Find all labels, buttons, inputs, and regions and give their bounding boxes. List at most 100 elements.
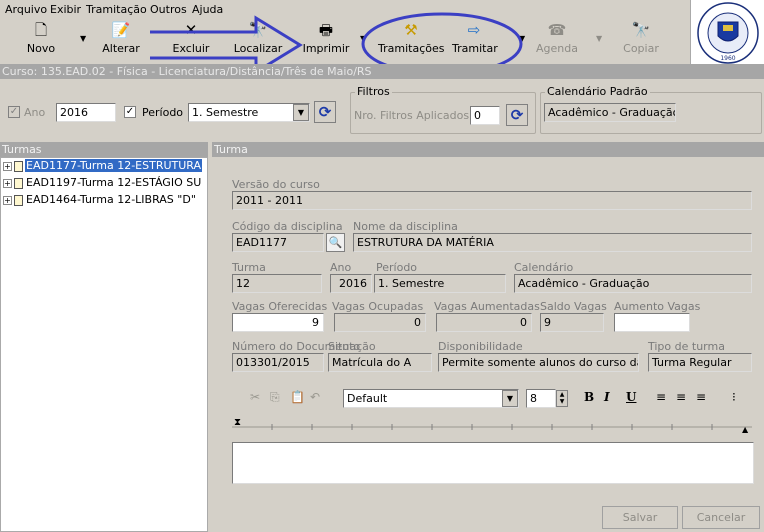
- vagas-oferecidas-field[interactable]: 9: [232, 313, 324, 332]
- codigo-label: Código da disciplina: [232, 220, 343, 233]
- calendario-form-field: Acadêmico - Graduação: [514, 274, 752, 293]
- saldo-vagas-field: 9: [540, 313, 604, 332]
- ruler-ticks: [232, 424, 752, 430]
- vagas-aumentadas-label: Vagas Aumentadas: [434, 300, 540, 313]
- filtros-text: Nro. Filtros Aplicados: [354, 109, 470, 122]
- menu-outros[interactable]: Outros: [150, 3, 187, 16]
- vagas-ocupadas-field: 0: [334, 313, 426, 332]
- font-chevron-down-icon[interactable]: ▼: [502, 390, 518, 407]
- ano-checkbox[interactable]: ✓: [8, 106, 20, 118]
- tramitacoes-button[interactable]: ⚒ Tramitações: [378, 20, 444, 62]
- university-logo: 1960: [690, 0, 764, 66]
- tipo-turma-label: Tipo de turma: [648, 340, 725, 353]
- underline-button[interactable]: U: [626, 387, 636, 407]
- novo-dropdown-arrow-icon[interactable]: ▼: [80, 34, 86, 43]
- seal-icon: 1960: [697, 2, 759, 64]
- aumento-vagas-label: Aumento Vagas: [614, 300, 701, 313]
- copy-icon[interactable]: ⎘: [270, 387, 280, 407]
- tramitar-dropdown-arrow-icon[interactable]: ▼: [519, 34, 525, 43]
- salvar-button[interactable]: Salvar: [602, 506, 678, 529]
- cut-icon[interactable]: ✂: [250, 387, 260, 407]
- agenda-button[interactable]: ☎ Agenda: [534, 20, 580, 62]
- turma-detail-panel: Versão do curso 2011 - 2011 Código da di…: [212, 157, 764, 532]
- binoculars-icon: 🔭: [248, 21, 268, 39]
- ano-form-field: 2016: [330, 274, 372, 293]
- filtros-legend: Filtros: [355, 85, 392, 98]
- align-left-icon[interactable]: ≡: [656, 387, 666, 407]
- expand-icon[interactable]: +: [3, 178, 12, 188]
- calendario-padrao-value: Acadêmico - Graduação: [544, 103, 676, 122]
- menu-bar: Arquivo Exibir Tramitação Outros Ajuda: [0, 0, 690, 18]
- italic-button[interactable]: I: [604, 387, 610, 407]
- expand-icon[interactable]: +: [3, 161, 12, 171]
- filter-row: ✓ Ano 2016 ✓ Período 1. Semestre ▼ ⟳ Fil…: [0, 80, 764, 136]
- imprimir-button[interactable]: 🖶 Imprimir: [300, 20, 352, 62]
- bullet-list-icon[interactable]: ⁝: [732, 387, 736, 407]
- align-center-icon[interactable]: ≡: [676, 387, 686, 407]
- font-size-field[interactable]: 8: [526, 389, 556, 408]
- localizar-button[interactable]: 🔭 Localizar: [232, 20, 284, 62]
- tree-item[interactable]: + EAD1177-Turma 12-ESTRUTURA: [3, 159, 203, 173]
- refresh-icon[interactable]: ⟳: [314, 101, 336, 123]
- tree-item-label: EAD1197-Turma 12-ESTÁGIO SU: [26, 176, 202, 189]
- turmas-tree: + EAD1177-Turma 12-ESTRUTURA + EAD1197-Tur…: [0, 157, 208, 532]
- svg-text:1960: 1960: [720, 55, 735, 62]
- indent-marker-icon[interactable]: ⧗: [234, 417, 241, 428]
- alterar-button[interactable]: 📝 Alterar: [98, 20, 144, 62]
- periodo-select[interactable]: 1. Semestre: [188, 103, 310, 122]
- agenda-icon: ☎: [547, 21, 567, 39]
- turma-header: Turma: [212, 142, 764, 157]
- filtros-refresh-icon[interactable]: ⟳: [506, 104, 528, 126]
- saldo-vagas-label: Saldo Vagas: [540, 300, 607, 313]
- search-icon[interactable]: 🔍: [326, 233, 345, 252]
- turmas-header: Turmas: [0, 142, 208, 157]
- ano-form-label: Ano: [330, 261, 352, 274]
- novo-label: Novo: [26, 42, 56, 55]
- undo-icon[interactable]: ↶: [310, 387, 320, 407]
- localizar-label: Localizar: [233, 42, 283, 55]
- toolbar: 🗋 Novo ▼ 📝 Alterar ✕ Excluir 🔭 Localizar…: [0, 18, 690, 64]
- menu-ajuda[interactable]: Ajuda: [192, 3, 223, 16]
- tramitar-button[interactable]: ⇨ Tramitar: [452, 20, 498, 62]
- editor-text-area[interactable]: [232, 442, 754, 484]
- novo-button[interactable]: 🗋 Novo: [18, 20, 64, 62]
- nome-label: Nome da disciplina: [353, 220, 458, 233]
- copy-binoculars-icon: 🔭: [631, 21, 651, 39]
- size-spinner-icon[interactable]: ▲ ▼: [556, 390, 568, 407]
- aumento-vagas-field[interactable]: [614, 313, 690, 332]
- menu-arquivo[interactable]: Arquivo: [5, 3, 47, 16]
- cancelar-button[interactable]: Cancelar: [682, 506, 760, 529]
- turma-label: Turma: [232, 261, 266, 274]
- align-right-icon[interactable]: ≡: [696, 387, 706, 407]
- menu-exibir[interactable]: Exibir: [50, 3, 81, 16]
- expand-icon[interactable]: +: [3, 195, 12, 205]
- paste-icon[interactable]: 📋: [290, 387, 305, 407]
- calendario-form-label: Calendário: [514, 261, 574, 274]
- periodo-checkbox[interactable]: ✓: [124, 106, 136, 118]
- copiar-button[interactable]: 🔭 Copiar: [620, 20, 662, 62]
- imprimir-dropdown-arrow-icon[interactable]: ▼: [360, 34, 366, 43]
- tramitacoes-icon: ⚒: [404, 21, 418, 39]
- disponibilidade-label: Disponibilidade: [438, 340, 523, 353]
- tree-item[interactable]: + EAD1197-Turma 12-ESTÁGIO SU: [3, 176, 202, 190]
- situacao-label: Situação: [328, 340, 376, 353]
- menu-tramitacao[interactable]: Tramitação: [86, 3, 147, 16]
- ano-input[interactable]: 2016: [56, 103, 116, 122]
- excluir-button[interactable]: ✕ Excluir: [170, 20, 212, 62]
- versao-label: Versão do curso: [232, 178, 320, 191]
- printer-icon: 🖶: [318, 21, 334, 39]
- nome-field: ESTRUTURA DA MATÉRIA: [353, 233, 752, 252]
- chevron-down-icon[interactable]: ▼: [293, 104, 309, 121]
- document-icon: [14, 160, 23, 172]
- alterar-label: Alterar: [102, 42, 140, 55]
- tramitar-label: Tramitar: [452, 42, 498, 55]
- bold-button[interactable]: B: [584, 387, 594, 407]
- versao-field: 2011 - 2011: [232, 191, 752, 210]
- vagas-ocupadas-label: Vagas Ocupadas: [332, 300, 424, 313]
- tree-item[interactable]: + EAD1464-Turma 12-LIBRAS "D": [3, 193, 197, 207]
- codigo-field: EAD1177: [232, 233, 324, 252]
- periodo-form-label: Período: [376, 261, 418, 274]
- agenda-dropdown-arrow-icon[interactable]: ▼: [596, 34, 602, 43]
- font-select[interactable]: Default: [343, 389, 519, 408]
- right-margin-marker-icon[interactable]: ▲: [742, 425, 748, 434]
